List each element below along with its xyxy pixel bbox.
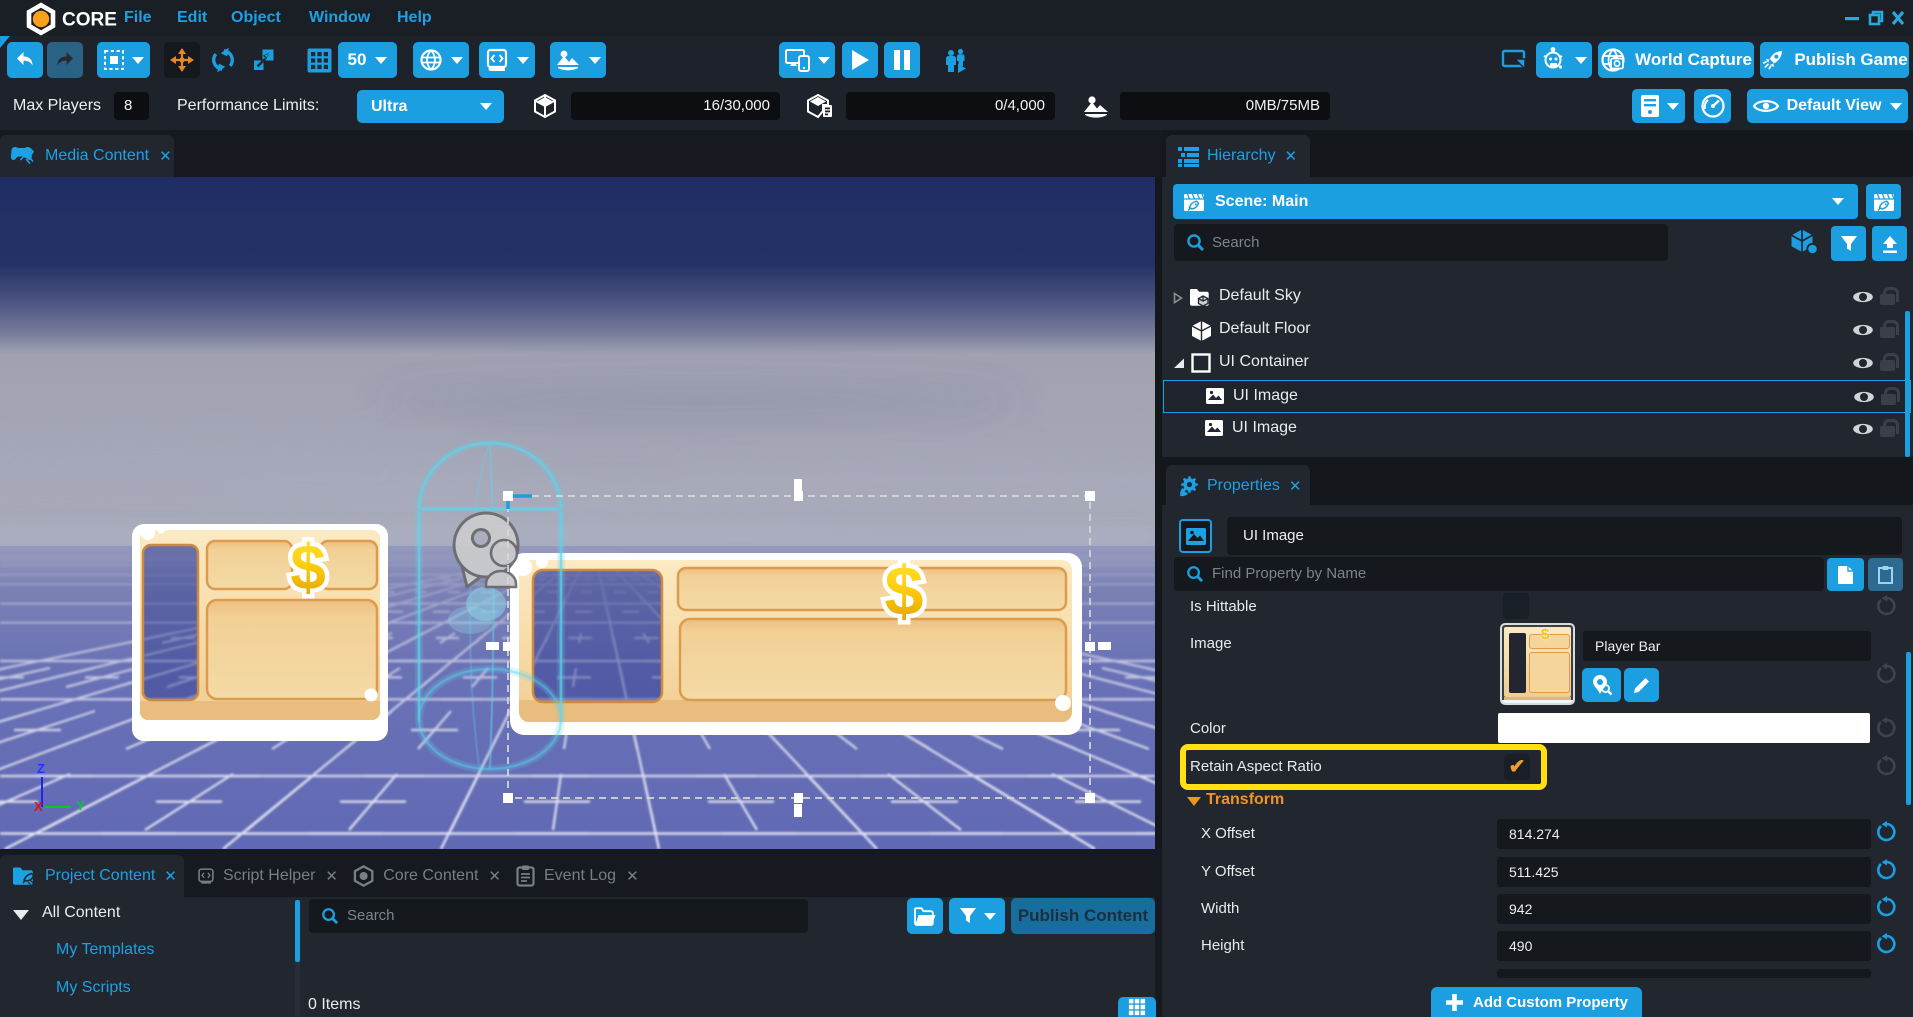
- svg-text:Z: Z: [37, 761, 45, 776]
- svg-text:$: $: [885, 552, 924, 630]
- svg-text:$: $: [290, 531, 326, 603]
- svg-text:Y: Y: [76, 798, 85, 813]
- svg-text:CORE: CORE: [62, 10, 117, 31]
- svg-text:X: X: [34, 799, 43, 814]
